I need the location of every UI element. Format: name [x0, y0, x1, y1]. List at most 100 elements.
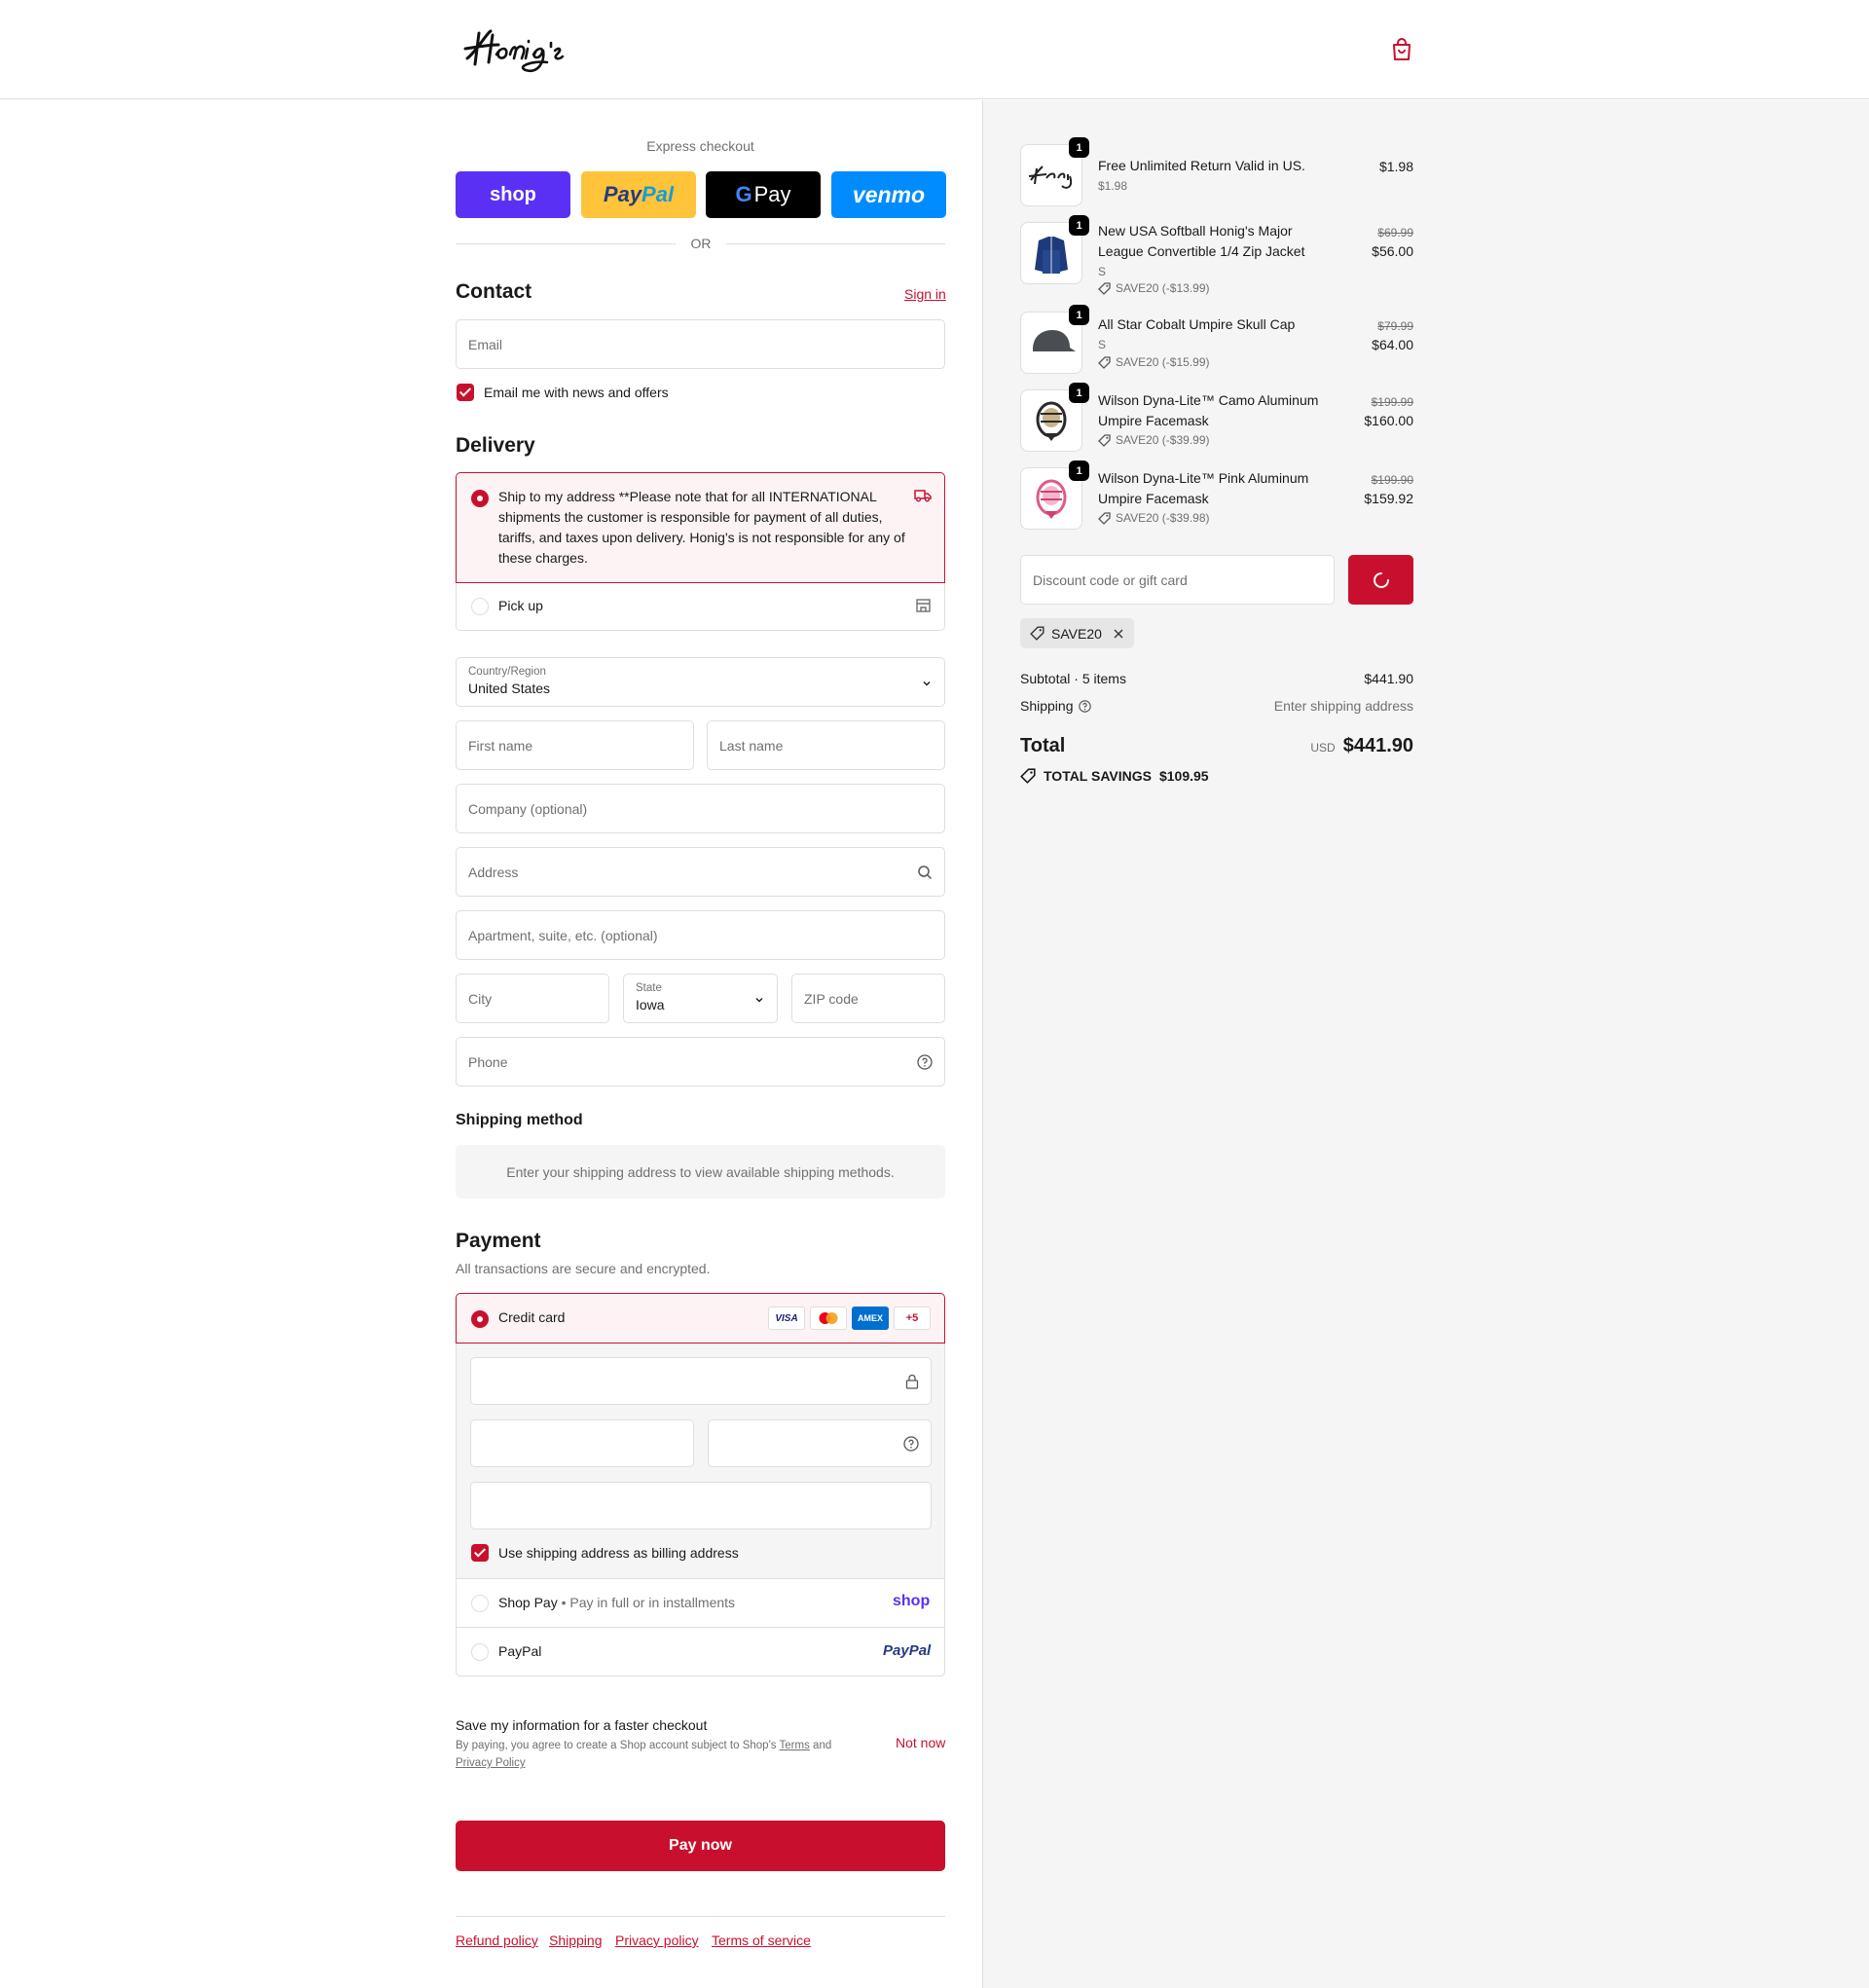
news-checkbox-label: Email me with news and offers [484, 385, 669, 400]
subtotal-value: $441.90 [1364, 671, 1413, 686]
total-label: Total [1020, 735, 1066, 756]
paypal-radio[interactable] [471, 1643, 489, 1661]
chevron-down-icon [921, 677, 933, 688]
total-value: $441.90 [1342, 735, 1413, 756]
product-price: $64.00 [1372, 337, 1413, 352]
divider [456, 243, 676, 244]
apartment-field[interactable]: Apartment, suite, etc. (optional) [456, 910, 945, 960]
phone-field[interactable]: Phone [456, 1037, 945, 1086]
news-checkbox[interactable] [457, 384, 474, 401]
original-price: $199.90 [1371, 473, 1413, 487]
venmo-express-button[interactable]: venmo [831, 171, 946, 218]
original-price: $199.99 [1371, 395, 1413, 409]
loading-spinner-icon [1373, 571, 1389, 588]
product-price: $159.92 [1364, 491, 1413, 506]
sign-in-link[interactable]: Sign in [904, 286, 946, 302]
first-name-field[interactable]: First name [456, 720, 694, 770]
product-name: Wilson Dyna-Lite™ Pink Aluminum Umpire F… [1098, 470, 1309, 506]
card-expiry-field[interactable] [470, 1419, 694, 1467]
tag-icon [1030, 626, 1044, 641]
product-discount: SAVE20 (-$15.99) [1098, 355, 1210, 369]
more-cards-badge: +5 [894, 1307, 931, 1330]
apply-discount-button[interactable] [1348, 555, 1413, 605]
not-now-button[interactable]: Not now [896, 1735, 945, 1750]
last-name-field[interactable]: Last name [707, 720, 945, 770]
payment-subtitle: All transactions are secure and encrypte… [456, 1261, 711, 1276]
paypal-option[interactable]: PayPal PayPal [456, 1628, 945, 1676]
product-variant: S [1098, 265, 1107, 278]
card-name-field[interactable] [470, 1482, 932, 1529]
product-variant: $1.98 [1098, 179, 1128, 193]
help-icon[interactable] [903, 1435, 919, 1452]
credit-card-option[interactable]: Credit card VISA AMEX +5 [456, 1293, 945, 1344]
product-thumbnail: 1 [1020, 137, 1089, 206]
billing-checkbox[interactable] [471, 1544, 489, 1562]
credit-card-form: Use shipping address as billing address [456, 1344, 945, 1579]
pay-now-button[interactable]: Pay now [456, 1821, 945, 1871]
product-name: Free Unlimited Return Valid in US. [1098, 158, 1305, 173]
shop-pay-radio[interactable] [471, 1595, 489, 1612]
billing-checkbox-label: Use shipping address as billing address [498, 1545, 739, 1561]
quantity-badge: 1 [1069, 215, 1089, 236]
privacy-policy-link[interactable]: Privacy policy [615, 1933, 699, 1948]
original-price: $79.99 [1377, 319, 1413, 333]
total-value-group: USD $441.90 [1310, 735, 1413, 757]
pickup-radio[interactable] [471, 598, 489, 615]
google-pay-express-button[interactable]: G Pay [706, 171, 821, 218]
email-field[interactable]: Email [456, 319, 945, 369]
product-discount: SAVE20 (-$13.99) [1098, 281, 1210, 295]
payment-title: Payment [456, 1230, 541, 1252]
zip-field[interactable]: ZIP code [791, 974, 945, 1023]
paypal-express-button[interactable]: PayPal [581, 171, 696, 218]
refund-policy-link[interactable]: Refund policy [456, 1933, 538, 1948]
tag-icon [1020, 768, 1036, 784]
product-discount: SAVE20 (-$39.99) [1098, 433, 1210, 447]
header [0, 0, 1869, 99]
ship-option-label: Ship to my address **Please note that fo… [498, 489, 905, 566]
discount-code-field[interactable]: Discount code or gift card [1020, 555, 1335, 605]
save-info-description: By paying, you agree to create a Shop ac… [456, 1740, 832, 1769]
shop-pay-express-button[interactable]: shop [456, 171, 570, 218]
product-price: $160.00 [1364, 413, 1413, 428]
company-field[interactable]: Company (optional) [456, 784, 945, 833]
total-savings: TOTAL SAVINGS $109.95 [1020, 768, 1209, 784]
original-price: $69.99 [1377, 226, 1413, 239]
shipping-policy-link[interactable]: Shipping [549, 1933, 603, 1948]
save-info-title: Save my information for a faster checkou… [456, 1717, 708, 1733]
ship-option[interactable]: Ship to my address **Please note that fo… [456, 472, 945, 583]
product-thumbnail: 1 [1020, 460, 1089, 530]
state-select[interactable]: State Iowa [623, 974, 778, 1023]
quantity-badge: 1 [1069, 460, 1089, 481]
address-field[interactable]: Address [456, 847, 945, 897]
ship-radio[interactable] [471, 490, 489, 507]
card-number-field[interactable] [470, 1357, 932, 1405]
product-thumbnail: 1 [1020, 383, 1089, 452]
credit-card-label: Credit card [498, 1309, 566, 1325]
credit-card-radio[interactable] [471, 1310, 489, 1328]
quantity-badge: 1 [1069, 137, 1089, 158]
visa-icon: VISA [768, 1307, 805, 1330]
shopping-bag-icon[interactable] [1390, 37, 1413, 62]
google-g-icon: G [735, 182, 752, 206]
city-field[interactable]: City [456, 974, 609, 1023]
divider [726, 243, 945, 244]
currency-code: USD [1310, 741, 1336, 755]
shop-privacy-link[interactable]: Privacy Policy [456, 1757, 526, 1769]
order-summary-panel [982, 100, 1869, 1988]
country-select[interactable]: Country/Region United States [456, 657, 945, 707]
shop-terms-link[interactable]: Terms [780, 1740, 810, 1751]
logo[interactable] [458, 21, 574, 78]
shop-pay-option[interactable]: Shop Pay • Pay in full or in installment… [456, 1579, 945, 1628]
card-cvv-field[interactable] [708, 1419, 932, 1467]
product-price: $56.00 [1372, 243, 1413, 259]
tag-icon [1098, 355, 1111, 369]
shop-pay-logo: shop [893, 1593, 931, 1609]
help-icon[interactable] [917, 1053, 933, 1070]
chevron-down-icon [753, 993, 765, 1005]
or-divider-text: OR [690, 236, 712, 251]
tag-icon [1098, 433, 1111, 447]
pickup-option[interactable]: Pick up [456, 583, 945, 631]
terms-of-service-link[interactable]: Terms of service [712, 1933, 811, 1948]
quantity-badge: 1 [1069, 383, 1089, 403]
close-icon[interactable] [1113, 628, 1124, 640]
